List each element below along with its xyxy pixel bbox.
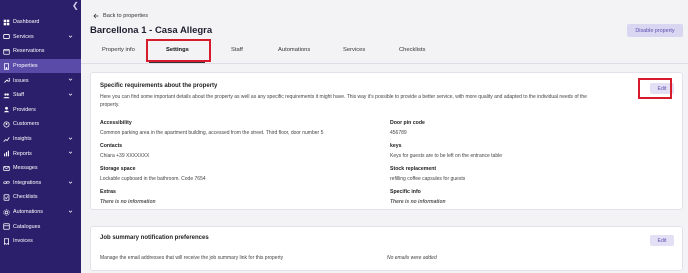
automation-icon — [3, 208, 10, 216]
reports-icon — [3, 150, 10, 157]
sidebar-item-label: Customers — [13, 121, 40, 128]
chevron-down-icon — [68, 34, 73, 39]
sidebar-item-label: Reservations — [13, 48, 45, 55]
insights-icon — [3, 136, 10, 143]
main-content: Back to properties Barcellona 1 - Casa A… — [81, 0, 688, 273]
invoice-icon — [3, 238, 10, 245]
link-icon — [3, 179, 10, 186]
keys-value: Keys for guests are to be left on the en… — [390, 153, 503, 159]
tab-services[interactable]: Services — [343, 47, 365, 53]
notifications-edit-button[interactable]: Edit — [650, 235, 674, 246]
chevron-down-icon — [68, 150, 73, 155]
extras-label: Extras — [100, 189, 116, 195]
sidebar-item-label: Checklists — [13, 194, 38, 201]
notifications-description: Manage the email addresses that will rec… — [100, 255, 284, 261]
sidebar-item-messages[interactable]: Messages — [0, 161, 81, 176]
wrench-icon — [3, 77, 10, 84]
sidebar-item-reports[interactable]: Reports — [0, 146, 81, 161]
sidebar-item-reservations[interactable]: Reservations — [0, 44, 81, 59]
keys-label: keys — [390, 143, 402, 149]
sidebar-item-staff[interactable]: Staff — [0, 88, 81, 103]
sidebar-item-label: Services — [13, 33, 34, 40]
back-to-properties-link[interactable]: Back to properties — [93, 13, 148, 19]
sidebar-item-customers[interactable]: Customers — [0, 117, 81, 132]
sidebar-item-invoices[interactable]: Invoices — [0, 234, 81, 249]
sidebar-item-label: Integrations — [13, 179, 42, 186]
messages-icon — [3, 165, 10, 172]
users-icon — [3, 92, 10, 99]
sidebar-item-label: Messages — [13, 165, 38, 172]
door-pin-label: Door pin code — [390, 120, 425, 126]
arrow-left-icon — [93, 13, 99, 19]
page-title: Barcellona 1 - Casa Allegra — [90, 25, 213, 36]
tab-property-info[interactable]: Property info — [102, 47, 135, 53]
highlight-box-settings-tab — [146, 39, 211, 62]
stock-label: Stock replacement — [390, 166, 437, 172]
notifications-empty-state: No emails were added — [387, 255, 437, 261]
sidebar: ❮ Dashboard Services Reservations Propertie… — [0, 0, 81, 273]
chevron-left-icon[interactable]: ❮ — [72, 1, 79, 10]
sidebar-item-label: Staff — [13, 92, 24, 99]
specific-info-value: There is no information — [390, 199, 446, 205]
sidebar-item-integrations[interactable]: Integrations — [0, 176, 81, 191]
storage-label: Storage space — [100, 166, 136, 172]
building-icon — [3, 62, 10, 70]
chevron-down-icon — [68, 209, 73, 214]
sidebar-item-label: Insights — [13, 136, 32, 143]
sidebar-item-services[interactable]: Services — [0, 30, 81, 45]
chevron-down-icon — [68, 92, 73, 97]
services-icon — [3, 33, 10, 40]
requirements-description: Here you can find some important details… — [100, 94, 587, 108]
sidebar-item-label: Reports — [13, 150, 32, 157]
tab-automations[interactable]: Automations — [278, 47, 310, 53]
checklist-icon — [3, 194, 10, 201]
tabs-divider — [81, 63, 688, 64]
sidebar-item-label: Properties — [13, 63, 38, 70]
sidebar-nav: Dashboard Services Reservations Properties I… — [0, 15, 81, 249]
chevron-down-icon — [68, 180, 73, 185]
disable-property-button[interactable]: Disable property — [627, 24, 683, 37]
sidebar-item-label: Catalogues — [13, 223, 41, 230]
provider-icon — [3, 106, 10, 113]
customer-icon — [3, 121, 10, 128]
tab-checklists[interactable]: Checklists — [399, 47, 425, 53]
contacts-label: Contacts — [100, 143, 123, 149]
specific-info-label: Specific info — [390, 189, 421, 195]
sidebar-item-label: Issues — [13, 77, 29, 84]
sidebar-item-providers[interactable]: Providers — [0, 103, 81, 118]
tab-staff[interactable]: Staff — [231, 47, 243, 53]
dashboard-icon — [3, 19, 10, 26]
sidebar-item-label: Automations — [13, 209, 43, 216]
sidebar-item-issues[interactable]: Issues — [0, 73, 81, 88]
sidebar-item-catalogues[interactable]: Catalogues — [0, 219, 81, 234]
sidebar-item-properties[interactable]: Properties — [0, 58, 81, 74]
highlight-box-edit-button — [638, 78, 672, 99]
sidebar-item-dashboard[interactable]: Dashboard — [0, 15, 81, 30]
door-pin-value: 456789 — [390, 130, 407, 136]
storage-value: Lockable cupboard in the bathroom. Code … — [100, 176, 206, 182]
sidebar-item-insights[interactable]: Insights — [0, 132, 81, 147]
stock-value: refilling coffee capsules for guests — [390, 176, 466, 182]
chevron-down-icon — [68, 136, 73, 141]
calendar-icon — [3, 48, 10, 55]
extras-value: There is no information — [100, 199, 156, 205]
sidebar-item-checklists[interactable]: Checklists — [0, 190, 81, 205]
accessibility-value: Common parking area in the apartment bui… — [100, 130, 324, 136]
accessibility-label: Accessibility — [100, 120, 132, 126]
sidebar-item-label: Providers — [13, 106, 36, 113]
chevron-down-icon — [68, 77, 73, 82]
specific-requirements-card: Specific requirements about the property… — [90, 72, 683, 210]
catalogue-icon — [3, 223, 10, 230]
notifications-title: Job summary notification preferences — [100, 235, 209, 241]
sidebar-item-automations[interactable]: Automations — [0, 205, 81, 220]
job-summary-notification-card: Job summary notification preferences Edi… — [90, 226, 683, 271]
sidebar-item-label: Dashboard — [13, 19, 40, 26]
contacts-value: Chiara +39 XXXXXXX — [100, 153, 150, 159]
sidebar-item-label: Invoices — [13, 238, 33, 245]
requirements-title: Specific requirements about the property — [100, 83, 218, 89]
back-label: Back to properties — [103, 13, 149, 19]
